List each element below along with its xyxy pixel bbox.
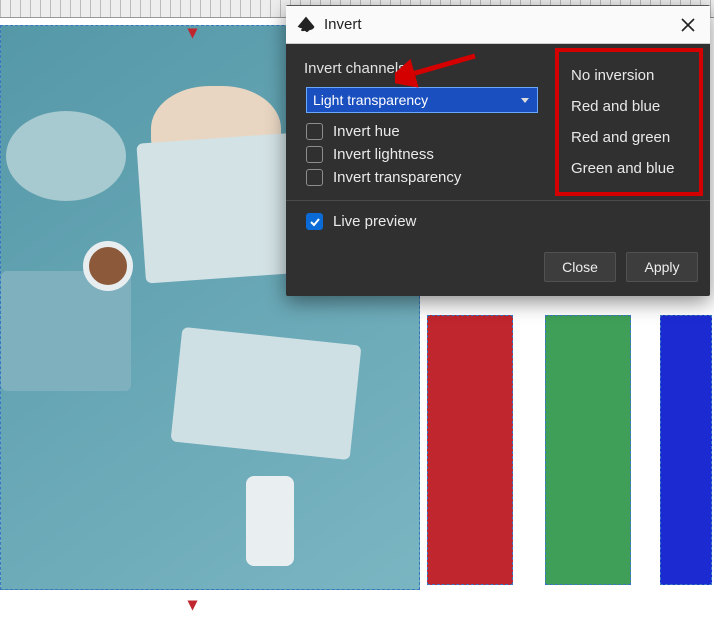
dialog-title: Invert [324, 16, 674, 33]
invert-channels-select[interactable]: Light transparency [306, 87, 538, 113]
invert-hue-label: Invert hue [333, 123, 400, 140]
close-button-footer[interactable]: Close [544, 252, 616, 282]
guide-marker-top: ▾ [188, 22, 197, 43]
close-button[interactable] [674, 11, 702, 39]
options-callout: No inversion Red and blue Red and green … [555, 48, 703, 196]
rect-green[interactable] [545, 315, 631, 585]
photo-region [6, 111, 126, 201]
checkbox-unchecked-icon[interactable] [306, 169, 323, 186]
checkbox-checked-icon[interactable] [306, 213, 323, 230]
invert-transparency-label: Invert transparency [333, 169, 461, 186]
rect-blue[interactable] [660, 315, 712, 585]
photo-region [83, 241, 133, 291]
divider [286, 200, 710, 201]
option-green-and-blue[interactable]: Green and blue [559, 153, 699, 184]
live-preview-row[interactable]: Live preview [306, 213, 694, 230]
photo-region [246, 476, 294, 566]
chevron-down-icon [519, 93, 531, 109]
guide-marker-bottom: ▾ [188, 594, 197, 615]
checkbox-unchecked-icon[interactable] [306, 123, 323, 140]
inkscape-icon [296, 15, 316, 35]
close-icon [681, 18, 695, 32]
select-value: Light transparency [313, 92, 428, 108]
checkbox-unchecked-icon[interactable] [306, 146, 323, 163]
apply-button[interactable]: Apply [626, 252, 698, 282]
invert-lightness-label: Invert lightness [333, 146, 434, 163]
dialog-titlebar[interactable]: Invert [286, 6, 710, 44]
option-red-and-blue[interactable]: Red and blue [559, 91, 699, 122]
photo-region [170, 327, 361, 460]
rect-red[interactable] [427, 315, 513, 585]
option-no-inversion[interactable]: No inversion [559, 60, 699, 91]
option-red-and-green[interactable]: Red and green [559, 122, 699, 153]
live-preview-label: Live preview [333, 213, 416, 230]
